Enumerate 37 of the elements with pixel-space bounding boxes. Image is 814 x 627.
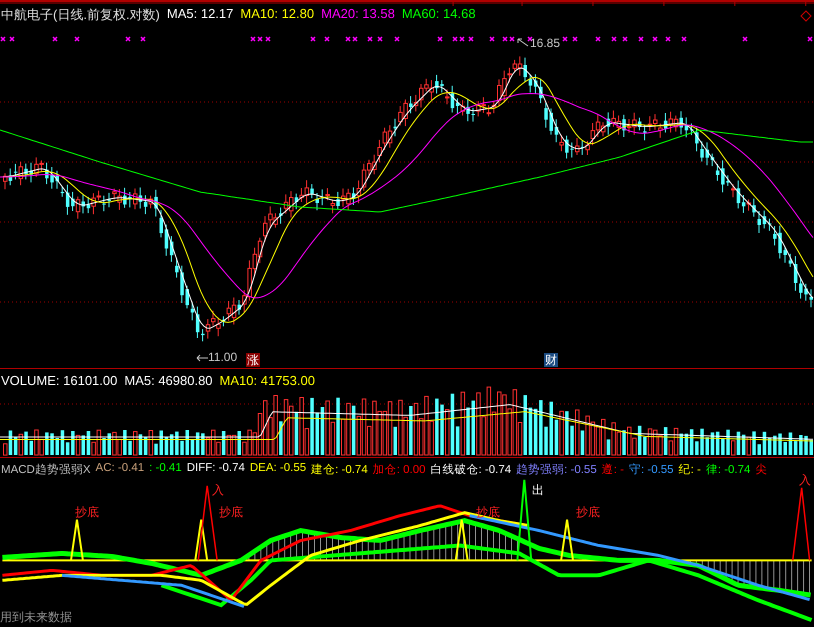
- legend-value: MA10: 41753.00: [220, 373, 315, 388]
- legend-value: 趋势强弱: -0.55: [516, 462, 597, 477]
- legend-value: DIFF: -0.74: [186, 462, 245, 476]
- legend-value: MA5: 12.17: [166, 6, 234, 23]
- bottom-signal-label: 抄底: [219, 504, 243, 521]
- entry-signal-label: 入: [799, 472, 811, 489]
- legend-value: 守: -0.55: [628, 462, 674, 477]
- legend-value: 加仓: 0.00: [372, 462, 426, 477]
- legend-value: MA5: 46980.80: [124, 373, 213, 388]
- legend-value: DEA: -0.55: [250, 462, 306, 476]
- legend-value: MACD趋势强弱X: [1, 462, 91, 477]
- exit-signal-label: 出: [532, 482, 544, 499]
- legend-value: AC: -0.41: [96, 462, 144, 476]
- pointer-arrow-icon: [517, 38, 529, 48]
- bottom-signal-label: 抄底: [576, 504, 600, 521]
- legend-value: : -0.41: [149, 462, 182, 476]
- legend-value: 尖: [755, 462, 768, 477]
- bottom-signal-label: 抄底: [476, 504, 500, 521]
- legend-value: MA20: 13.58: [321, 6, 395, 23]
- low-price-label: 11.00: [208, 350, 238, 364]
- legend-value: MA10: 12.80: [240, 6, 314, 23]
- legend-value: 白线破仓: -0.74: [430, 462, 512, 477]
- finance-marker: 财: [544, 353, 558, 367]
- legend-value: MA60: 14.68: [402, 6, 476, 23]
- bottom-signal-label: 抄底: [75, 504, 99, 521]
- entry-signal-label: 入: [212, 482, 224, 499]
- legend-value: 纪: -: [678, 463, 701, 477]
- legend-value: 律: -0.74: [706, 462, 750, 477]
- left-arrow-icon: [196, 354, 208, 362]
- high-price-label: 16.85: [530, 36, 560, 50]
- legend-value: 遵: -: [602, 462, 624, 477]
- rise-marker: 涨: [246, 353, 260, 367]
- legend-value: VOLUME: 16101.00: [1, 373, 118, 388]
- footnote: 用到未来数据: [0, 609, 72, 626]
- diamond-icon[interactable]: [800, 10, 812, 22]
- legend-value: 建仓: -0.74: [311, 462, 368, 477]
- chart-title: 中航电子(日线.前复权.对数): [1, 6, 160, 24]
